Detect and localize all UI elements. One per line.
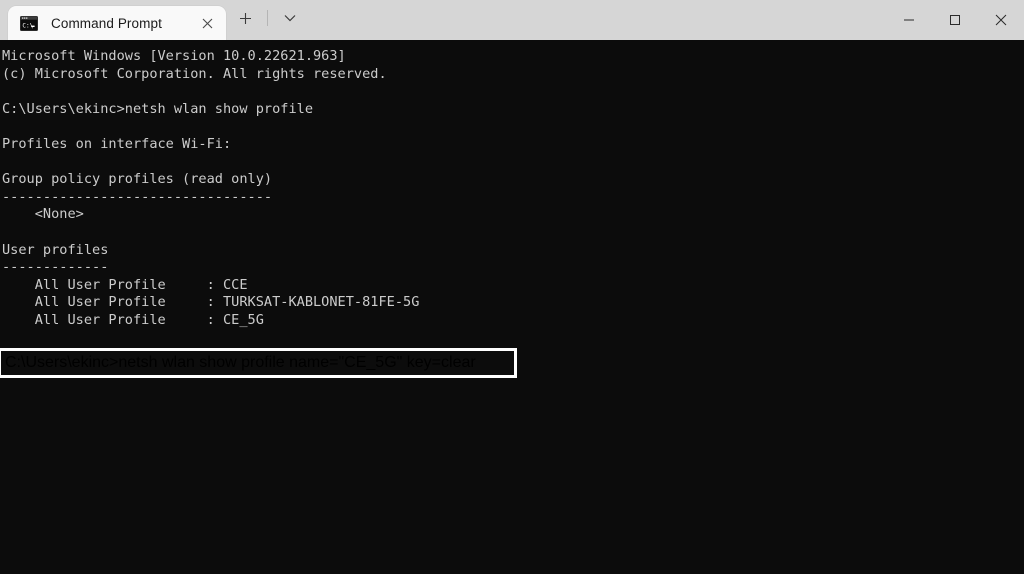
minimize-button[interactable] <box>886 0 932 40</box>
console-line: All User Profile : CCE <box>2 277 1024 295</box>
new-tab-button[interactable] <box>230 4 260 32</box>
toolbar-separator <box>267 10 268 26</box>
tab-dropdown-button[interactable] <box>275 4 305 32</box>
console-line: C:\Users\ekinc>netsh wlan show profile <box>2 101 1024 119</box>
window-caption-buttons <box>886 0 1024 40</box>
console-line <box>2 154 1024 172</box>
console-line: User profiles <box>2 242 1024 260</box>
title-bar: C:\ Command Prompt <box>0 0 1024 40</box>
maximize-button[interactable] <box>932 0 978 40</box>
command-prompt-window: C:\ Command Prompt <box>0 0 1024 574</box>
console-line: Profiles on interface Wi-Fi: <box>2 136 1024 154</box>
close-icon <box>202 18 213 29</box>
command-prompt-icon: C:\ <box>20 16 38 31</box>
console-output-area[interactable]: Microsoft Windows [Version 10.0.22621.96… <box>0 40 1024 574</box>
tab-actions <box>226 0 305 40</box>
console-line: Microsoft Windows [Version 10.0.22621.96… <box>2 48 1024 66</box>
console-line: Group policy profiles (read only) <box>2 171 1024 189</box>
tab-strip: C:\ Command Prompt <box>0 0 305 40</box>
console-line: --------------------------------- <box>2 189 1024 207</box>
console-line <box>2 118 1024 136</box>
minimize-icon <box>903 14 915 26</box>
maximize-icon <box>949 14 961 26</box>
console-line: ------------- <box>2 259 1024 277</box>
console-line <box>2 330 1024 348</box>
console-line: All User Profile : TURKSAT-KABLONET-81FE… <box>2 294 1024 312</box>
tab-close-icon[interactable] <box>194 10 220 36</box>
terminal-text: Microsoft Windows [Version 10.0.22621.96… <box>2 48 1024 365</box>
console-line <box>2 224 1024 242</box>
highlighted-command-box: C:\Users\ekinc>netsh wlan show profile n… <box>0 348 517 378</box>
tab-title: Command Prompt <box>51 16 194 31</box>
console-line <box>2 83 1024 101</box>
tab-command-prompt[interactable]: C:\ Command Prompt <box>8 6 226 40</box>
console-line: <None> <box>2 206 1024 224</box>
console-line: (c) Microsoft Corporation. All rights re… <box>2 66 1024 84</box>
chevron-down-icon <box>284 14 296 22</box>
highlighted-command-text: C:\Users\ekinc>netsh wlan show profile n… <box>5 354 476 372</box>
close-icon <box>995 14 1007 26</box>
close-window-button[interactable] <box>978 0 1024 40</box>
console-line: All User Profile : CE_5G <box>2 312 1024 330</box>
plus-icon <box>239 12 252 25</box>
